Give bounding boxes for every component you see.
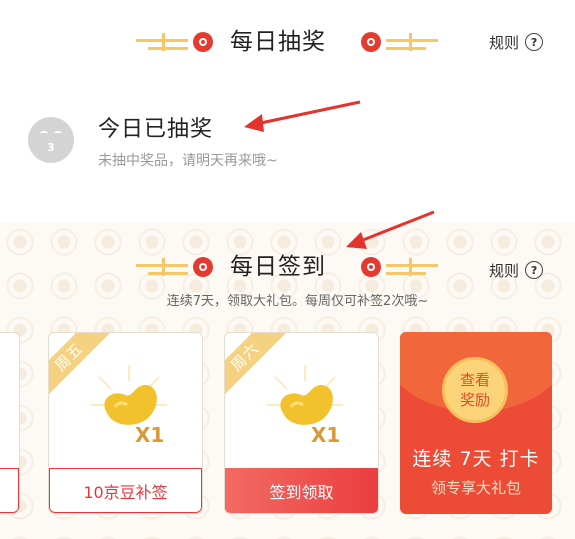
view-reward-seal[interactable]: 查看 奖励 [442,357,508,423]
decoration-left-icon [136,32,213,52]
lottery-status-title: 今日已抽奖 [98,117,214,142]
makeup-signin-button[interactable]: 10京豆补签 [49,468,202,513]
decoration-right-icon [361,257,438,277]
lottery-rules-link[interactable]: 规则 ? [489,17,544,67]
daily-rewards-page: 每日抽奖 规则 ? 3 今日已抽奖 未抽中奖品，请明天再来哦~ 每日签到 规则 … [0,0,575,539]
decoration-right-icon [361,32,438,52]
gift-subtitle: 领专享大礼包 [430,479,521,497]
help-icon: ? [525,261,544,279]
decoration-left-icon [136,257,213,277]
rules-label: 规则 [489,261,520,280]
kiss-face-icon: 3 [28,117,74,163]
signin-title: 每日签到 [230,254,326,280]
day-card-partial[interactable] [0,332,20,514]
signin-rules-link[interactable]: 规则 ? [489,245,544,295]
help-icon: ? [525,33,544,51]
gift-title: 连续 7天 打卡 [412,448,540,470]
lottery-header: 每日抽奖 规则 ? [0,17,575,67]
signin-subtitle: 连续7天，领取大礼包。每周仅可补签2次哦~ [166,294,429,309]
lottery-title: 每日抽奖 [230,29,326,55]
day-card-saturday[interactable]: 周六 X1 签到领取 [224,332,379,514]
lottery-status-subtitle: 未抽中奖品，请明天再来哦~ [98,153,278,169]
signin-claim-button[interactable]: 签到领取 [225,468,378,513]
weekly-gift-card[interactable]: 查看 奖励 连续 7天 打卡 领专享大礼包 [400,332,552,514]
signin-header: 每日签到 规则 ? [0,242,575,292]
bean-count: X1 [135,423,165,447]
day-card-friday[interactable]: 周五 X1 10京豆补签 [48,332,203,514]
arrow-annotation-icon [244,100,361,132]
rules-label: 规则 [489,33,520,52]
bean-count: X1 [311,423,341,447]
